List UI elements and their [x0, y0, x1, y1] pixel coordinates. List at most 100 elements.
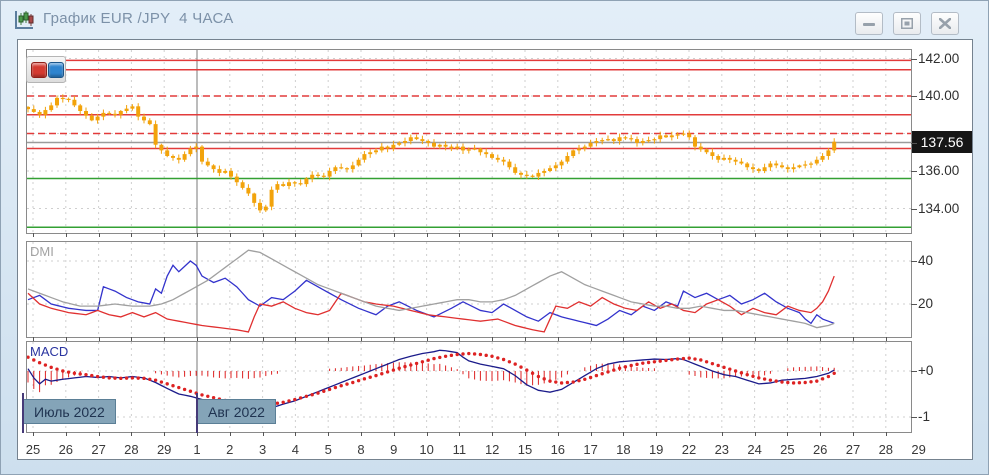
minimize-button[interactable]	[855, 12, 883, 35]
macd-signal-dot	[166, 382, 169, 385]
candle-body	[235, 177, 239, 183]
macd-signal-dot	[79, 372, 82, 375]
title-bar[interactable]: График EUR /JPY 4 ЧАСА	[1, 1, 988, 38]
candle-body	[577, 149, 581, 151]
candle-body	[502, 160, 506, 162]
candle-body	[699, 147, 703, 150]
x-axis-tick	[66, 432, 67, 436]
macd-signal-dot	[142, 377, 145, 380]
candle-body	[125, 109, 129, 111]
candle-body	[188, 149, 192, 155]
candle-body	[217, 169, 221, 173]
x-axis-tick	[394, 233, 395, 237]
close-button[interactable]	[931, 12, 959, 35]
x-axis-tick	[689, 233, 690, 237]
macd-signal-dot	[751, 375, 754, 378]
candle-body	[264, 207, 268, 211]
candle-body	[600, 140, 604, 141]
x-axis-tick	[164, 337, 165, 341]
macd-signal-dot	[119, 377, 122, 380]
candle-body	[397, 143, 401, 145]
x-axis-tick	[99, 337, 100, 341]
x-axis-tick	[886, 337, 887, 341]
macd-signal-dot	[450, 354, 453, 357]
macd-signal-dot	[722, 366, 725, 369]
x-axis-label: 29	[904, 442, 934, 457]
macd-signal-dot	[44, 363, 47, 366]
candle-body	[449, 147, 453, 149]
macd-signal-dot	[757, 376, 760, 379]
macd-signal-dot	[763, 377, 766, 380]
x-axis-tick	[99, 432, 100, 436]
candle-body	[142, 117, 146, 121]
x-axis-tick	[722, 337, 723, 341]
candle-body	[623, 137, 627, 138]
x-axis-label: 3	[248, 442, 278, 457]
candle-body	[757, 169, 761, 171]
candle-body	[797, 165, 801, 167]
candle-body	[513, 167, 517, 173]
candle-body	[815, 160, 819, 164]
chart-surface	[27, 50, 911, 233]
candle-body	[618, 137, 622, 141]
macd-signal-dot	[624, 365, 627, 368]
macd-signal-dot	[693, 357, 696, 360]
restore-button[interactable]	[893, 12, 921, 35]
x-axis-tick	[820, 233, 821, 237]
candle-body	[90, 116, 94, 121]
candle-body	[583, 147, 587, 149]
macd-signal-dot	[554, 380, 557, 383]
macd-signal-dot	[363, 377, 366, 380]
candle-body	[130, 106, 134, 108]
macd-signal-dot	[177, 386, 180, 389]
x-axis-tick	[66, 233, 67, 237]
macd-signal-dot	[415, 362, 418, 365]
macd-signal-dot	[369, 376, 372, 379]
macd-signal-dot	[670, 358, 673, 361]
candle-body	[455, 147, 459, 149]
x-axis-label: 2	[215, 442, 245, 457]
sell-marker-button[interactable]	[31, 62, 47, 78]
macd-signal-dot	[792, 381, 795, 384]
macd-signal-dot	[386, 370, 389, 373]
candle-body	[322, 176, 326, 177]
macd-signal-dot	[293, 398, 296, 401]
macd-panel[interactable]	[26, 341, 912, 433]
chart-window: График EUR /JPY 4 ЧАСА DMI MACD 137.56 И…	[0, 0, 989, 475]
macd-axis-label: +0	[918, 363, 933, 378]
x-axis-tick	[689, 432, 690, 436]
x-axis-label: 9	[379, 442, 409, 457]
macd-signal-dot	[189, 390, 192, 393]
x-axis-tick	[295, 337, 296, 341]
x-axis-tick	[886, 233, 887, 237]
macd-signal-dot	[508, 360, 511, 363]
candle-body	[693, 137, 697, 146]
x-axis-tick	[591, 337, 592, 341]
x-axis-tick	[361, 233, 362, 237]
candle-body	[606, 139, 610, 140]
x-axis-tick	[99, 233, 100, 237]
macd-signal-dot	[55, 367, 58, 370]
dmi-panel[interactable]	[26, 241, 912, 338]
candle-body	[212, 165, 216, 169]
macd-signal-dot	[566, 381, 569, 384]
price-panel[interactable]	[26, 49, 912, 234]
macd-signal-dot	[38, 361, 41, 364]
x-axis-tick	[394, 337, 395, 341]
macd-signal-dot	[490, 355, 493, 358]
x-axis-tick	[131, 432, 132, 436]
candle-body	[612, 139, 616, 141]
candle-body	[589, 143, 593, 147]
candle-body	[664, 135, 668, 137]
candle-body	[270, 190, 274, 207]
macd-signal-dot	[543, 377, 546, 380]
candle-body	[786, 167, 790, 169]
candle-body	[525, 175, 529, 176]
macd-signal-dot	[403, 365, 406, 368]
macd-indicator-label: MACD	[30, 344, 68, 359]
x-axis-tick	[787, 337, 788, 341]
candlestick-chart-icon	[13, 9, 35, 31]
buy-marker-button[interactable]	[48, 62, 64, 78]
x-axis-tick	[755, 337, 756, 341]
macd-signal-dot	[821, 377, 824, 380]
